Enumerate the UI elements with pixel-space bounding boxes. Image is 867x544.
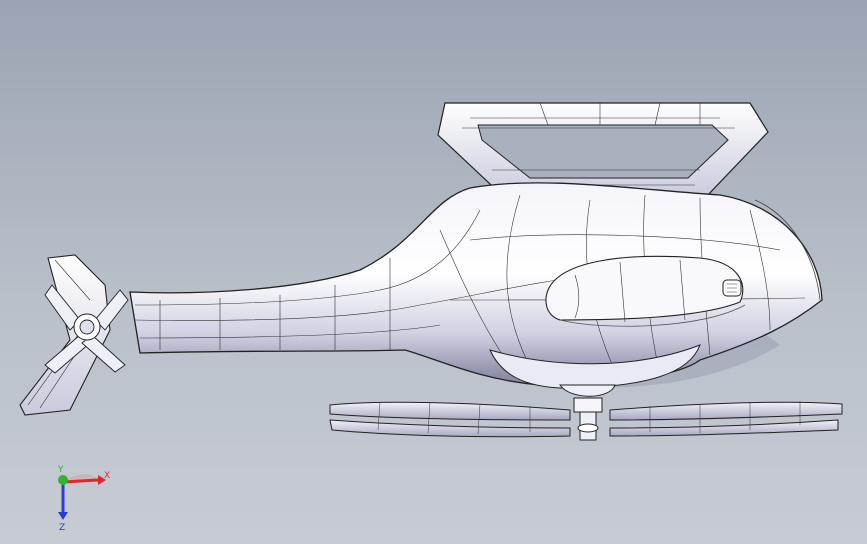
z-arrowhead bbox=[58, 512, 68, 520]
x-axis-arrow bbox=[62, 478, 99, 484]
helicopter-model[interactable] bbox=[0, 0, 867, 544]
y-axis-dot bbox=[58, 475, 68, 485]
orientation-triad[interactable]: X Y Z bbox=[40, 460, 130, 540]
graphics-viewport[interactable]: X Y Z bbox=[0, 0, 867, 544]
z-axis-label: Z bbox=[59, 523, 65, 533]
x-axis-label: X bbox=[104, 471, 110, 481]
y-axis-label: Y bbox=[57, 465, 64, 475]
handle[interactable] bbox=[437, 102, 769, 199]
